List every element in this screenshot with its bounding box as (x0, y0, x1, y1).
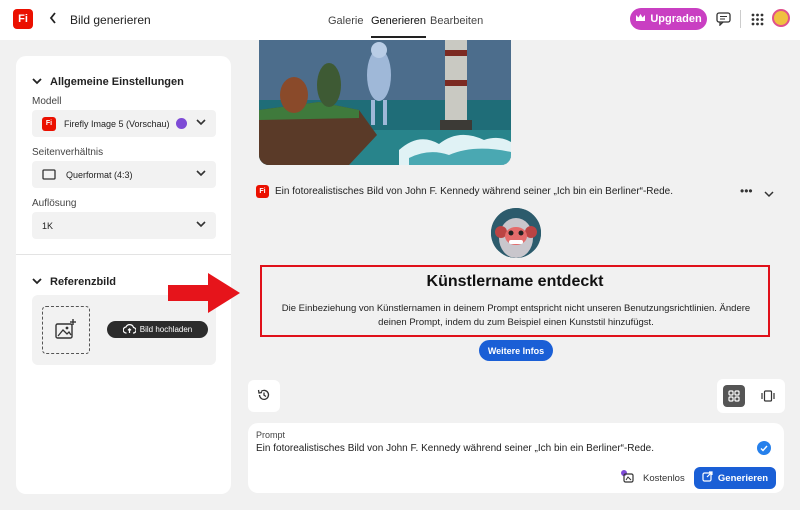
firefly-icon: Fi (256, 185, 269, 198)
chevron-down-icon (196, 169, 206, 179)
more-info-button[interactable]: Weitere Infos (479, 340, 553, 361)
chevron-down-icon (196, 220, 206, 230)
credits-label: Kostenlos (643, 473, 685, 484)
feedback-icon[interactable] (714, 10, 732, 28)
generated-image[interactable] (259, 40, 511, 165)
premium-badge-icon (175, 118, 187, 129)
grid-view-icon[interactable] (723, 385, 745, 407)
prompt-input[interactable]: Ein fotorealistisches Bild von John F. K… (256, 443, 654, 454)
cloud-upload-icon (122, 323, 137, 336)
generate-icon (702, 471, 713, 485)
model-select[interactable]: Fi Firefly Image 5 (Vorschau) (32, 110, 216, 137)
aspect-ratio-label: Seitenverhältnis (32, 147, 104, 158)
artist-name-alert: Künstlername entdeckt Die Einbeziehung v… (260, 265, 770, 337)
page-title: Bild generieren (70, 13, 151, 27)
resolution-select[interactable]: 1K (32, 212, 216, 239)
view-mode-toggle (717, 379, 785, 413)
general-settings-header[interactable]: Allgemeine Einstellungen (32, 76, 184, 88)
prompt-history-item: Fi Ein fotorealistisches Bild von John F… (256, 185, 673, 198)
image-placeholder[interactable] (42, 306, 90, 354)
resolution-label: Auflösung (32, 198, 77, 209)
history-icon (257, 388, 271, 405)
firefly-model-icon: Fi (42, 116, 56, 131)
chevron-down-icon (196, 118, 206, 128)
model-label: Modell (32, 96, 62, 107)
chevron-down-icon[interactable] (764, 187, 774, 201)
back-button[interactable] (48, 11, 58, 28)
history-button[interactable] (248, 380, 280, 412)
check-icon (757, 441, 771, 455)
error-mascot-image (491, 208, 541, 258)
sidebar-divider (16, 254, 231, 255)
upgrade-button[interactable]: Upgraden (630, 8, 707, 30)
prompt-panel: Prompt Ein fotorealistisches Bild von Jo… (248, 423, 784, 493)
header-divider (740, 10, 741, 28)
landscape-icon (42, 169, 56, 180)
single-view-icon[interactable] (759, 387, 777, 405)
user-avatar[interactable] (772, 9, 790, 27)
tab-generieren[interactable]: Generieren (371, 15, 427, 38)
aspect-ratio-select[interactable]: Querformat (4:3) (32, 161, 216, 188)
more-options-icon[interactable]: ••• (740, 184, 753, 198)
crown-icon (635, 13, 646, 25)
prompt-label: Prompt (256, 430, 286, 440)
top-bar: Fi Bild generieren Galerie Generieren Be… (0, 0, 800, 40)
tab-bearbeiten[interactable]: Bearbeiten (430, 15, 483, 27)
chevron-down-icon (32, 276, 42, 288)
generate-button[interactable]: Generieren (694, 467, 776, 489)
add-image-icon (54, 318, 78, 343)
alert-message: Die Einbeziehung von Künstlernamen in de… (281, 303, 751, 328)
arrow-right-icon (168, 272, 242, 317)
reference-image-header[interactable]: Referenzbild (32, 276, 116, 288)
apps-grid-icon[interactable] (748, 10, 766, 28)
chevron-down-icon (32, 76, 42, 88)
tab-galerie[interactable]: Galerie (328, 15, 363, 27)
alert-title: Künstlername entdeckt (426, 273, 604, 290)
upload-image-button[interactable]: Bild hochladen (107, 321, 208, 338)
credits-icon (620, 469, 634, 486)
firefly-logo[interactable]: Fi (13, 9, 33, 29)
